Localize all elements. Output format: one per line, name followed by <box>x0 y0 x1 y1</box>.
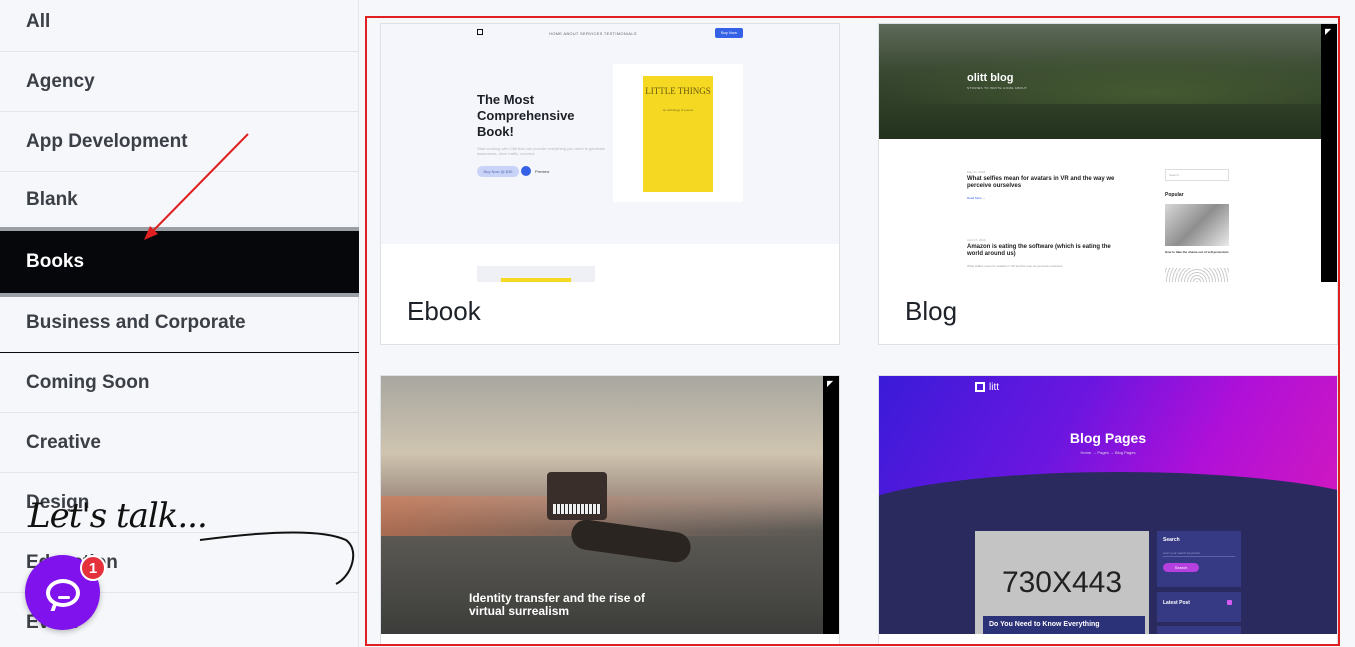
preview-brand: olitt blog <box>967 72 1014 84</box>
category-item-creative[interactable]: Creative <box>0 413 359 473</box>
popular-heading: Popular <box>1165 192 1184 198</box>
chat-bubble-icon <box>45 578 80 607</box>
book-cover: LITTLE THINGS an anthology of poems <box>643 76 713 192</box>
preview-accent-bar <box>501 278 571 282</box>
preview-keyboard <box>553 504 601 514</box>
popular-image <box>1165 268 1229 282</box>
preview-heading: The Most Comprehensive Book! <box>477 92 575 139</box>
template-preview: litt Blog Pages Home → Pages → Blog Page… <box>879 376 1337 634</box>
book-title: LITTLE THINGS <box>645 86 711 96</box>
category-sidebar: All Agency App Development Blank Books B… <box>0 0 359 647</box>
post-title: Amazon is eating the software (which is … <box>967 244 1111 257</box>
notification-badge: 1 <box>80 555 106 581</box>
category-label: Agency <box>26 70 95 92</box>
post-date: April 17, 2019 <box>967 238 986 242</box>
logo-icon <box>477 29 483 35</box>
post-title: What selfies mean for avatars in VR and … <box>967 176 1115 189</box>
category-item-app-development[interactable]: App Development <box>0 112 359 172</box>
search-label: Search <box>1163 537 1180 543</box>
latest-post-label: Latest Post <box>1163 600 1190 606</box>
preview-hero-image <box>879 24 1337 139</box>
category-label: App Development <box>26 130 188 152</box>
category-label: Business and Corporate <box>26 311 246 333</box>
preview-breadcrumb: Home → Pages → Blog Pages <box>1080 450 1136 455</box>
lets-talk-text: Let's talk... <box>28 496 208 536</box>
category-item-coming-soon[interactable]: Coming Soon <box>0 353 359 413</box>
preview-body <box>879 139 1321 282</box>
preview-nav-links: HOME ABOUT SERVICES TESTIMONIALS <box>549 31 637 36</box>
corner-icon: ◤ <box>1325 27 1332 36</box>
template-card-identity[interactable]: Identity transfer and the rise of virtua… <box>380 375 840 644</box>
accent-icon <box>1227 600 1232 605</box>
preview-section <box>381 244 839 282</box>
post-date: May 21, 2018 <box>967 170 986 174</box>
category-item-agency[interactable]: Agency <box>0 52 359 112</box>
preview-heading: Identity transfer and the rise of virtua… <box>469 591 646 618</box>
category-label: Books <box>26 251 85 272</box>
latest-post-widget: Latest Post <box>1157 592 1241 622</box>
post-excerpt: What selfies mean for avatars in VR and … <box>967 264 1063 268</box>
search-widget: Search enter your search keywords Search <box>1157 531 1241 587</box>
category-label: Blank <box>26 188 78 210</box>
popular-caption: How to take the shame out of self-promot… <box>1165 250 1229 254</box>
page-root: All Agency App Development Blank Books B… <box>0 0 1355 647</box>
category-item-blank[interactable]: Blank <box>0 172 359 228</box>
preview-link: Preview <box>535 169 550 174</box>
category-label: Coming Soon <box>26 371 150 393</box>
search-input: enter your search keywords <box>1163 551 1235 557</box>
category-item-books[interactable]: Books <box>0 227 359 297</box>
template-name: Ebook <box>407 296 481 326</box>
category-item-business-corporate[interactable]: Business and Corporate <box>0 293 359 353</box>
preview-scrollbar <box>1321 24 1337 282</box>
template-card-blog[interactable]: olitt blog STORIES TO WRITE HOME ABOUT M… <box>878 23 1338 345</box>
preview-nav-button: Buy Now <box>715 28 743 38</box>
sidebar-widget <box>1157 626 1241 634</box>
category-item-all[interactable]: All <box>0 0 359 52</box>
play-icon <box>521 166 531 176</box>
template-preview: olitt blog STORIES TO WRITE HOME ABOUT M… <box>879 24 1337 282</box>
preview-scrollbar <box>823 376 839 634</box>
template-grid: HOME ABOUT SERVICES TESTIMONIALS Buy Now… <box>365 16 1340 646</box>
preview-search: Search... <box>1165 169 1229 181</box>
template-card-ebook[interactable]: HOME ABOUT SERVICES TESTIMONIALS Buy Now… <box>380 23 840 345</box>
search-button: Search <box>1163 563 1199 572</box>
book-subtitle: an anthology of poems <box>662 108 694 112</box>
template-name: Blog <box>905 296 958 326</box>
preview-tagline: STORIES TO WRITE HOME ABOUT <box>967 86 1028 90</box>
category-label: Creative <box>26 431 101 453</box>
logo-icon <box>975 382 985 392</box>
preview-brand: litt <box>989 382 999 393</box>
corner-icon: ◤ <box>827 379 834 388</box>
preview-heading: Blog Pages <box>1069 430 1147 446</box>
post-title: Do You Need to Know Everything <box>983 616 1145 634</box>
template-card-blog-pages[interactable]: litt Blog Pages Home → Pages → Blog Page… <box>878 375 1338 644</box>
preview-body: Start working with Olitt that can provid… <box>477 146 605 156</box>
preview-buy-button: Buy Now @ $36 <box>477 166 519 177</box>
category-label: All <box>26 10 51 32</box>
chat-line-icon <box>57 595 70 599</box>
read-more-link: Read More → <box>967 196 986 200</box>
popular-image <box>1165 204 1229 246</box>
template-preview: Identity transfer and the rise of virtua… <box>381 376 839 634</box>
template-preview: HOME ABOUT SERVICES TESTIMONIALS Buy Now… <box>381 24 839 282</box>
